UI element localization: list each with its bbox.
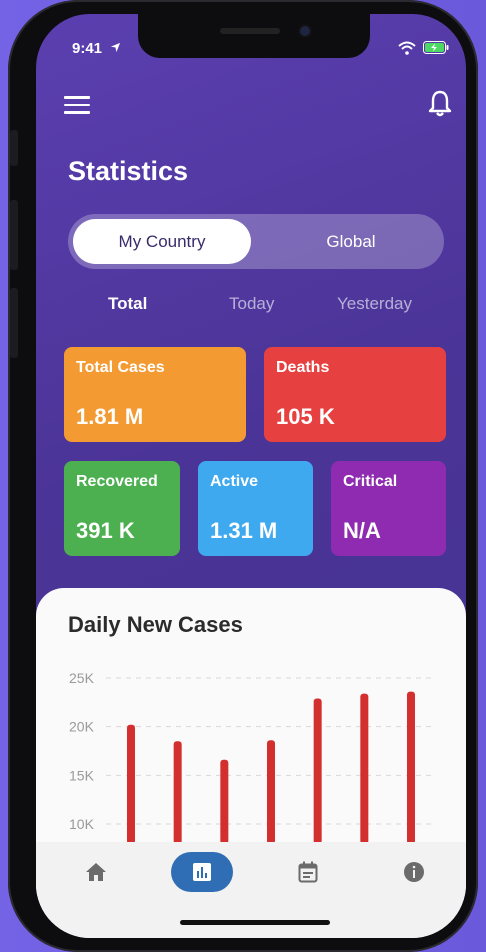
segment-my-country[interactable]: My Country (73, 219, 251, 264)
y-tick-label: 25K (69, 670, 95, 686)
stat-card-critical[interactable]: Critical N/A (331, 461, 446, 556)
phone-frame: 9:41 Statistics My Country Global Total … (8, 0, 478, 952)
mute-switch (10, 130, 18, 166)
stat-card-recovered[interactable]: Recovered 391 K (64, 461, 180, 556)
speaker (220, 28, 280, 34)
calendar-icon (298, 861, 318, 883)
tab-yesterday[interactable]: Yesterday (337, 294, 412, 314)
stat-value: N/A (343, 518, 381, 543)
stat-value: 105 K (276, 404, 335, 429)
app-screen: 9:41 Statistics My Country Global Total … (36, 14, 466, 938)
stat-label: Critical (343, 473, 398, 490)
chart-bar (127, 724, 135, 844)
y-tick-label: 15K (69, 767, 95, 783)
battery-icon (423, 41, 449, 54)
stat-card-active[interactable]: Active 1.31 M (198, 461, 313, 556)
info-icon (404, 862, 424, 882)
nav-statistics[interactable] (171, 852, 233, 892)
home-icon (86, 863, 106, 881)
segment-global[interactable]: Global (262, 219, 440, 264)
tab-today[interactable]: Today (229, 294, 274, 314)
stat-card-deaths[interactable]: Deaths 105 K (264, 347, 446, 442)
tab-total[interactable]: Total (108, 294, 147, 314)
menu-icon[interactable] (64, 96, 90, 116)
status-time: 9:41 (72, 40, 103, 57)
stat-label: Active (210, 473, 259, 490)
y-tick-label: 20K (69, 719, 95, 735)
camera (298, 24, 312, 38)
location-arrow-icon (110, 42, 121, 53)
daily-cases-chart: 25K 20K 15K 10K (69, 670, 436, 844)
page-title: Statistics (68, 156, 189, 186)
stat-value: 391 K (76, 518, 135, 543)
nav-home[interactable] (74, 852, 118, 892)
stat-label: Recovered (76, 473, 158, 490)
nav-calendar[interactable] (286, 852, 330, 892)
wifi-icon (398, 41, 416, 55)
chart-bar (313, 698, 322, 844)
chart-title: Daily New Cases (68, 612, 243, 637)
chart-bar (407, 691, 415, 844)
y-tick-label: 10K (69, 816, 95, 832)
chart-bar (360, 693, 369, 844)
volume-up-button (10, 200, 18, 270)
home-indicator (180, 920, 330, 925)
stat-value: 1.81 M (76, 404, 144, 429)
chart-bar (267, 740, 275, 844)
volume-down-button (10, 288, 18, 358)
stat-value: 1.31 M (210, 518, 278, 543)
notch (138, 14, 370, 58)
bar-chart-icon (193, 863, 211, 881)
stat-card-total-cases[interactable]: Total Cases 1.81 M (64, 347, 246, 442)
chart-bar (173, 741, 182, 844)
chart-bar (220, 759, 229, 844)
region-segmented-control: My Country Global (68, 214, 444, 269)
nav-info[interactable] (392, 852, 436, 892)
bell-icon[interactable] (428, 90, 452, 118)
stat-label: Deaths (276, 359, 330, 376)
stat-label: Total Cases (76, 359, 165, 376)
